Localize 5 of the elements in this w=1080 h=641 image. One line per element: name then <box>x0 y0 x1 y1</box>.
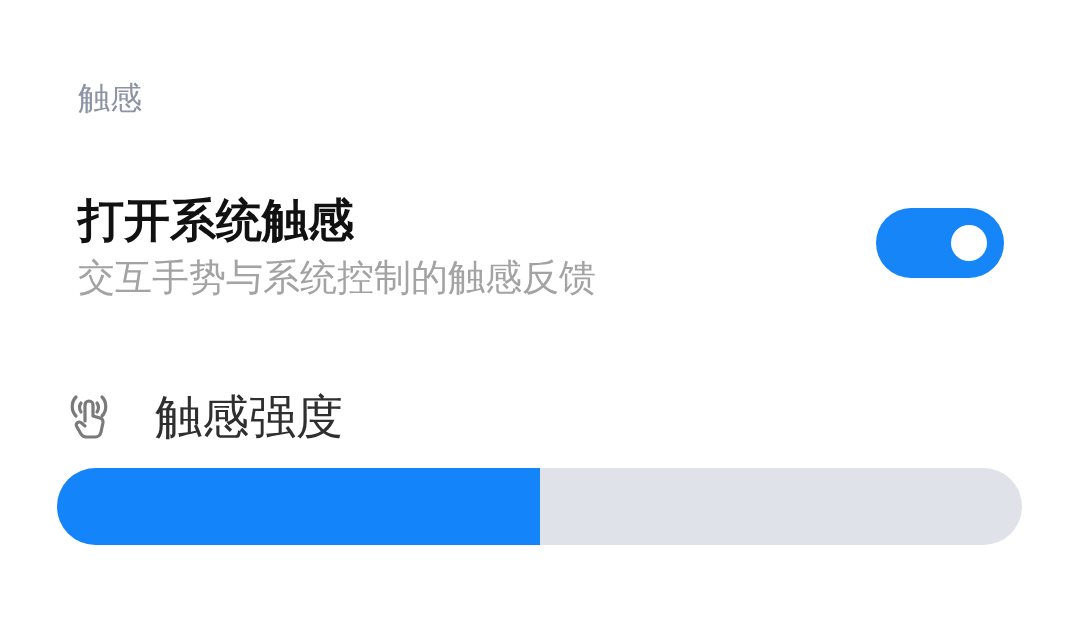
section-header: 触感 <box>78 78 142 118</box>
setting-description: 交互手势与系统控制的触感反馈 <box>78 256 596 300</box>
slider-label: 触感强度 <box>155 390 343 444</box>
setting-title: 打开系统触感 <box>78 193 354 247</box>
tap-finger-icon <box>68 394 110 440</box>
